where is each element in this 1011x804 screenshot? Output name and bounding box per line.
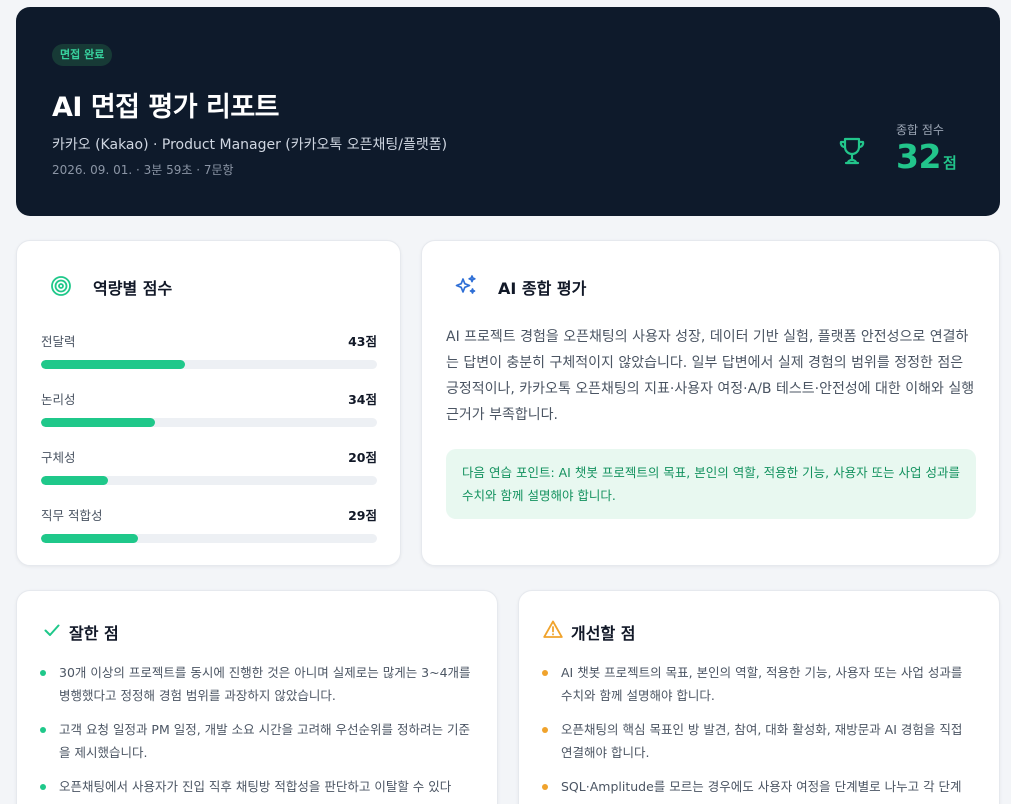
company-position: 카카오 (Kakao) · Product Manager (카카오톡 오픈채팅… <box>52 137 448 153</box>
list-item: 오픈채팅에서 사용자가 진입 직후 채팅방 적합성을 판단하고 이탈할 수 있다 <box>39 775 475 798</box>
list-item: 30개 이상의 프로젝트를 동시에 진행한 것은 아니며 실제로는 많게는 3~… <box>39 661 475 707</box>
strength-text: 고객 요청 일정과 PM 일정, 개발 소요 시간을 고려해 우선순위를 정하려… <box>59 722 471 760</box>
ai-summary-text: AI 프로젝트 경험을 오픈채팅의 사용자 성장, 데이터 기반 실험, 플랫폼… <box>446 329 975 423</box>
competency-score: 43점 <box>348 334 377 349</box>
competency-bar-fill <box>41 360 186 369</box>
improvement-text: 오픈채팅의 핵심 목표인 방 발견, 참여, 대화 활성화, 재방문과 AI 경… <box>561 722 963 760</box>
strengths-list: 30개 이상의 프로젝트를 동시에 진행한 것은 아니며 실제로는 많게는 3~… <box>39 661 475 804</box>
competency-item: 직무 적합성 29점 <box>41 505 377 543</box>
competency-item: 구체성 20점 <box>41 447 377 485</box>
total-score-unit: 점 <box>942 154 957 172</box>
list-item: 오픈채팅의 핵심 목표인 방 발견, 참여, 대화 활성화, 재방문과 AI 경… <box>541 718 977 764</box>
page-title: AI 면접 평가 리포트 <box>52 92 280 123</box>
bullet <box>40 670 46 676</box>
bullet <box>40 727 46 733</box>
competency-name: 구체성 <box>41 450 76 465</box>
strength-text: 오픈채팅에서 사용자가 진입 직후 채팅방 적합성을 판단하고 이탈할 수 있다 <box>59 779 452 794</box>
bullet <box>542 670 548 676</box>
competency-title: 역량별 점수 <box>93 279 173 298</box>
competency-bar-fill <box>41 534 139 543</box>
check-icon <box>44 624 60 636</box>
sparkles-icon <box>455 275 476 294</box>
list-item: SQL·Amplitude를 모르는 경우에도 사용자 여정을 단계별로 나누고… <box>541 775 977 798</box>
bullet <box>40 784 46 790</box>
competency-bar-fill <box>41 418 156 427</box>
competency-card: 역량별 점수 전달력 43점 논리성 34점 구체성 20점 직무 적합성 29… <box>16 240 401 566</box>
bullet <box>542 784 548 790</box>
improvement-text: AI 챗봇 프로젝트의 목표, 본인의 역할, 적용한 기능, 사용자 또는 사… <box>561 665 963 703</box>
list-item: 고객 요청 일정과 PM 일정, 개발 소요 시간을 고려해 우선순위를 정하려… <box>39 718 475 764</box>
competency-bar <box>41 418 377 427</box>
competency-score: 29점 <box>348 508 377 523</box>
competency-item: 전달력 43점 <box>41 331 377 369</box>
report-header: 면접 완료 AI 면접 평가 리포트 카카오 (Kakao) · Product… <box>16 7 1000 216</box>
competency-name: 직무 적합성 <box>41 508 103 523</box>
bullet <box>542 727 548 733</box>
improvement-text: SQL·Amplitude를 모르는 경우에도 사용자 여정을 단계별로 나누고… <box>561 779 962 794</box>
competency-bar-fill <box>41 476 109 485</box>
interview-meta: 2026. 09. 01. · 3분 59초 · 7문항 <box>52 163 234 177</box>
competency-name: 논리성 <box>41 392 76 407</box>
warning-icon <box>543 620 563 638</box>
total-score-value: 32 <box>896 137 941 176</box>
improvements-card: 개선할 점 AI 챗봇 프로젝트의 목표, 본인의 역할, 적용한 기능, 사용… <box>518 590 1000 804</box>
strength-text: 30개 이상의 프로젝트를 동시에 진행한 것은 아니며 실제로는 많게는 3~… <box>59 665 471 703</box>
competency-name: 전달력 <box>41 334 76 349</box>
ai-summary-title: AI 종합 평가 <box>498 279 587 298</box>
ai-summary-card: AI 종합 평가 AI 프로젝트 경험을 오픈채팅의 사용자 성장, 데이터 기… <box>421 240 1000 566</box>
improvements-title: 개선할 점 <box>571 624 636 643</box>
competency-score: 20점 <box>348 450 377 465</box>
trophy-icon <box>839 137 865 165</box>
strengths-card: 잘한 점 30개 이상의 프로젝트를 동시에 진행한 것은 아니며 실제로는 많… <box>16 590 498 804</box>
total-score-label: 종합 점수 <box>896 123 944 137</box>
competency-bar <box>41 360 377 369</box>
improvements-list: AI 챗봇 프로젝트의 목표, 본인의 역할, 적용한 기능, 사용자 또는 사… <box>541 661 977 804</box>
strengths-title: 잘한 점 <box>69 624 119 643</box>
status-badge: 면접 완료 <box>52 44 113 66</box>
competency-score: 34점 <box>348 392 377 407</box>
list-item: AI 챗봇 프로젝트의 목표, 본인의 역할, 적용한 기능, 사용자 또는 사… <box>541 661 977 707</box>
competency-item: 논리성 34점 <box>41 389 377 427</box>
competency-bar <box>41 534 377 543</box>
competency-bar <box>41 476 377 485</box>
total-score: 32 점 <box>896 137 957 176</box>
target-icon <box>51 276 71 296</box>
practice-tip: 다음 연습 포인트: AI 챗봇 프로젝트의 목표, 본인의 역할, 적용한 기… <box>446 449 976 519</box>
